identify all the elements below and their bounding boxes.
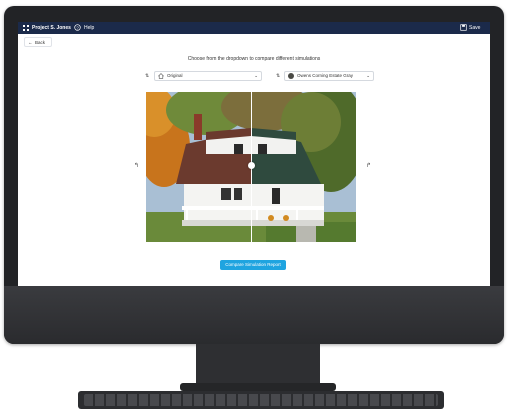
monitor-stand	[196, 344, 320, 388]
top-navbar: Project S. Jones ? Help Save	[18, 22, 490, 34]
swap-arrow-icon[interactable]: ⇅	[145, 73, 149, 79]
grid-icon[interactable]	[23, 25, 29, 31]
save-button[interactable]: Save	[469, 24, 480, 32]
project-name[interactable]: Project S. Jones	[32, 24, 71, 32]
next-arrow-icon[interactable]: ↱	[366, 162, 371, 169]
monitor-stand-base	[180, 383, 336, 391]
right-simulation-select[interactable]: Owens Corning Estate Gray ⌄	[284, 71, 374, 81]
keyboard-keys	[84, 394, 438, 406]
app-screen: Project S. Jones ? Help Save ← Back Choo…	[18, 22, 490, 286]
compare-simulation-report-button[interactable]: Compare Simulation Report	[220, 260, 286, 270]
left-simulation-select[interactable]: Original ⌄	[154, 71, 262, 81]
color-swatch	[288, 73, 294, 79]
instruction-text: Choose from the dropdown to compare diff…	[187, 56, 321, 62]
svg-text:?: ?	[76, 25, 79, 30]
back-label: Back	[35, 40, 46, 45]
left-select-value: Original	[167, 73, 183, 78]
home-icon	[158, 73, 164, 79]
back-arrow-icon: ←	[28, 40, 33, 45]
slider-handle-icon[interactable]	[248, 162, 255, 169]
chevron-down-icon: ⌄	[254, 73, 258, 78]
chevron-down-icon: ⌄	[366, 73, 370, 78]
right-select-value: Owens Corning Estate Gray	[297, 73, 354, 78]
swap-arrow-icon[interactable]: ⇅	[276, 73, 280, 79]
help-link[interactable]: Help	[84, 24, 94, 32]
prev-arrow-icon[interactable]: ↰	[134, 162, 139, 169]
monitor-chin	[4, 286, 504, 344]
back-button[interactable]: ← Back	[24, 37, 52, 47]
help-icon[interactable]: ?	[74, 24, 81, 31]
save-icon[interactable]	[460, 24, 467, 31]
